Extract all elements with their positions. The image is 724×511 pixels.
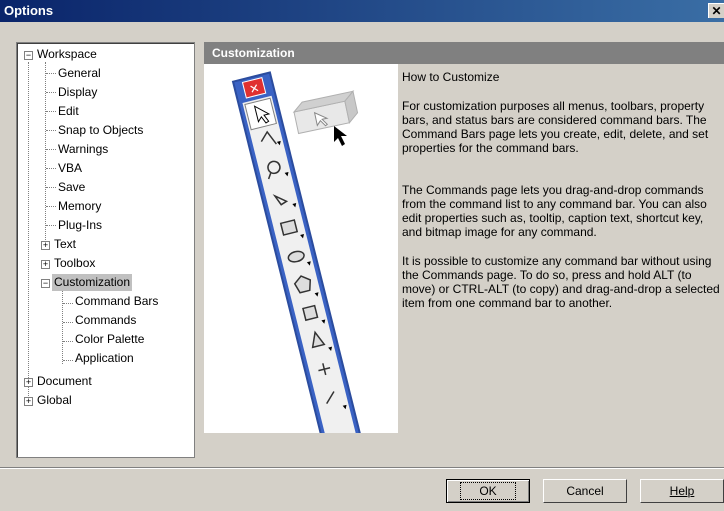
help-paragraph: It is possible to customize any command … <box>402 254 720 310</box>
close-icon: ✕ <box>711 4 722 18</box>
help-text: How to Customize For customization purpo… <box>402 70 724 325</box>
tree-item-workspace[interactable]: Workspace <box>37 46 97 63</box>
tree-item-global[interactable]: Global <box>37 392 72 409</box>
cancel-button-label: Cancel <box>566 484 604 498</box>
toolbar-illustration: ✕ <box>204 64 398 450</box>
tree-item-application[interactable]: Application <box>75 350 134 367</box>
tree-item-edit[interactable]: Edit <box>58 103 79 120</box>
ok-button[interactable]: OK <box>446 479 530 503</box>
help-button-label: Help <box>669 484 695 498</box>
tree-item-toolbox[interactable]: Toolbox <box>54 255 95 272</box>
tree-item-document[interactable]: Document <box>37 373 92 390</box>
expander-expand-icon[interactable]: + <box>41 241 50 250</box>
cancel-button[interactable]: Cancel <box>543 479 627 503</box>
tree-item-vba[interactable]: VBA <box>58 160 82 177</box>
help-heading: How to Customize <box>402 70 500 84</box>
tree-item-warnings[interactable]: Warnings <box>58 141 108 158</box>
tree-item-display[interactable]: Display <box>58 84 97 101</box>
button-divider <box>0 467 724 469</box>
tree-item-general[interactable]: General <box>58 65 101 82</box>
close-button[interactable]: ✕ <box>708 3 724 18</box>
toolbar-image: ✕ <box>231 71 363 450</box>
expander-collapse-icon[interactable]: − <box>24 51 33 60</box>
tree-item-command-bars[interactable]: Command Bars <box>75 293 158 310</box>
tree-item-color-palette[interactable]: Color Palette <box>75 331 144 348</box>
expander-expand-icon[interactable]: + <box>24 378 33 387</box>
title-bar: Options ✕ <box>0 0 724 22</box>
panel-header: Customization <box>204 42 724 64</box>
expander-collapse-icon[interactable]: − <box>41 279 50 288</box>
help-paragraph: For customization purposes all menus, to… <box>402 99 709 155</box>
expander-expand-icon[interactable]: + <box>41 260 50 269</box>
tree-item-memory[interactable]: Memory <box>58 198 101 215</box>
options-tree[interactable]: − Workspace General Display Edit Snap to… <box>16 42 195 458</box>
tree-item-commands[interactable]: Commands <box>75 312 136 329</box>
tree-item-customization[interactable]: Customization <box>52 274 133 291</box>
window-title: Options <box>4 3 54 18</box>
tree-item-text[interactable]: Text <box>54 236 76 253</box>
expander-expand-icon[interactable]: + <box>24 397 33 406</box>
tree-item-save[interactable]: Save <box>58 179 85 196</box>
tree-item-snap-to-objects[interactable]: Snap to Objects <box>58 122 143 139</box>
tree-item-plug-ins[interactable]: Plug-Ins <box>58 217 102 234</box>
help-paragraph: The Commands page lets you drag-and-drop… <box>402 183 707 239</box>
help-button[interactable]: Help <box>640 479 724 503</box>
ok-button-label: OK <box>460 482 516 500</box>
